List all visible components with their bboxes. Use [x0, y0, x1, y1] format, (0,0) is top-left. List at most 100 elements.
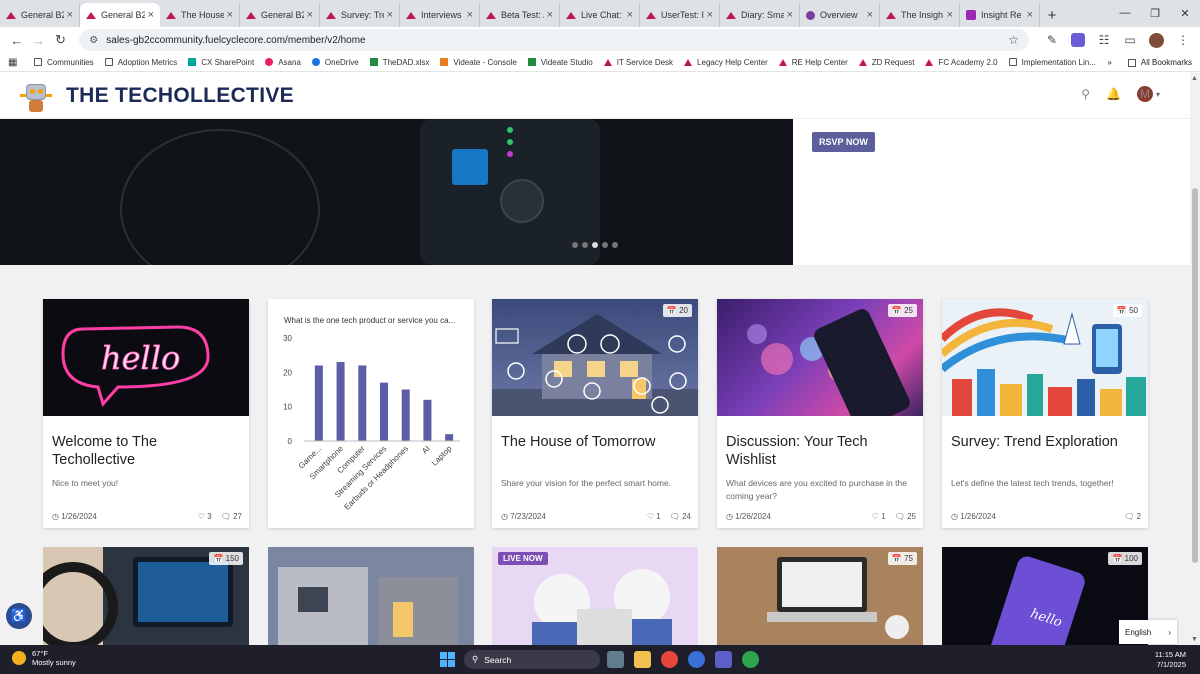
comment-count[interactable]: 🗨 2	[1124, 512, 1141, 521]
forward-icon[interactable]: →	[28, 33, 50, 48]
close-tab-icon[interactable]: ×	[227, 9, 233, 21]
chart-bar[interactable]	[358, 365, 367, 441]
slack-icon[interactable]	[742, 651, 759, 668]
card-row2-live[interactable]: LIVE NOW	[492, 547, 698, 647]
browser-tab[interactable]: Interviews ×	[400, 3, 480, 27]
bookmark-item[interactable]: Videate - Console	[440, 58, 517, 67]
carousel-dot[interactable]	[572, 242, 578, 248]
taskbar-search[interactable]: ⚲ Search	[464, 650, 600, 669]
close-tab-icon[interactable]: ×	[707, 9, 713, 21]
close-tab-icon[interactable]: ×	[67, 9, 73, 21]
bookmark-item[interactable]: CX SharePoint	[188, 58, 254, 67]
menu-kebab-icon[interactable]: ⋮	[1172, 33, 1194, 48]
card-house-of-tomorrow[interactable]: 📅 20 The House of Tomorrow Share your vi…	[492, 299, 698, 528]
sidebar-icon[interactable]: ▭	[1119, 33, 1141, 48]
close-tab-icon[interactable]: ×	[307, 9, 313, 21]
accessibility-icon[interactable]: ♿	[6, 603, 32, 629]
bookmark-item[interactable]: FC Academy 2.0	[925, 58, 998, 67]
card-welcome[interactable]: hello Welcome to The Techollective Nice …	[43, 299, 249, 528]
hero-carousel[interactable]	[0, 119, 793, 265]
carousel-dot[interactable]	[602, 242, 608, 248]
browser-tab[interactable]: The Insigh ×	[880, 3, 960, 27]
site-info-icon[interactable]: ⚙	[89, 35, 98, 46]
file-explorer-icon[interactable]	[634, 651, 651, 668]
browser-tab[interactable]: Live Chat: ×	[560, 3, 640, 27]
carousel-dot-active[interactable]	[592, 242, 598, 248]
user-menu[interactable]: M ▾	[1136, 86, 1160, 102]
scrollbar-thumb[interactable]	[1192, 188, 1198, 563]
card-title[interactable]: Welcome to The Techollective	[52, 433, 242, 469]
card-row2-house[interactable]	[268, 547, 474, 647]
card-title[interactable]: The House of Tomorrow	[501, 433, 691, 451]
close-tab-icon[interactable]: ×	[547, 9, 553, 21]
close-tab-icon[interactable]: ×	[867, 9, 873, 21]
page-scrollbar[interactable]: ▲ ▼	[1190, 73, 1200, 645]
bookmark-item[interactable]: RE Help Center	[778, 58, 848, 67]
comment-count[interactable]: 🗨 25	[895, 512, 916, 521]
bookmark-item[interactable]: Implementation Lin...	[1008, 58, 1096, 67]
close-tab-icon[interactable]: ×	[787, 9, 793, 21]
chart-bar[interactable]	[336, 362, 345, 441]
browser-tab[interactable]: General B2 ×	[0, 3, 80, 27]
scroll-up-icon[interactable]: ▲	[1191, 75, 1198, 82]
all-bookmarks[interactable]: » All Bookmarks	[1107, 53, 1192, 72]
minimize-icon[interactable]: —	[1110, 0, 1140, 26]
carousel-dot[interactable]	[612, 242, 618, 248]
profile-avatar[interactable]	[1149, 32, 1165, 48]
browser-tab[interactable]: Overview ×	[800, 3, 880, 27]
chart-bar[interactable]	[401, 389, 410, 442]
bookmark-item[interactable]: Adoption Metrics	[104, 58, 177, 67]
like-count[interactable]: ♡ 1	[647, 512, 661, 521]
card-row2-car[interactable]: 📅 150	[43, 547, 249, 647]
rsvp-button[interactable]: RSVP NOW	[812, 132, 875, 152]
bookmark-item[interactable]: Videate Studio	[527, 58, 593, 67]
language-selector[interactable]: English ›	[1119, 620, 1177, 644]
task-view-icon[interactable]	[607, 651, 624, 668]
card-trend-survey[interactable]: 📅 50 Survey: Trend Exploration Let's def…	[942, 299, 1148, 528]
close-tab-icon[interactable]: ×	[627, 9, 633, 21]
teams-icon[interactable]	[715, 651, 732, 668]
browser-tab[interactable]: Survey: Tre ×	[320, 3, 400, 27]
browser-tab[interactable]: The House ×	[160, 3, 240, 27]
maximize-icon[interactable]: ❐	[1140, 0, 1170, 26]
weather-widget[interactable]: 67°F Mostly sunny	[12, 649, 76, 667]
like-count[interactable]: ♡ 3	[198, 512, 212, 521]
bookmark-item[interactable]: IT Service Desk	[603, 58, 673, 67]
apps-grid-icon[interactable]: ▦	[8, 57, 22, 68]
techollective-logo-icon[interactable]	[20, 78, 52, 114]
bookmark-item[interactable]: ZD Request	[858, 58, 914, 67]
comment-count[interactable]: 🗨 27	[221, 512, 242, 521]
address-bar[interactable]: ⚙ sales-gb2ccommunity.fuelcyclecore.com/…	[79, 29, 1030, 51]
extension-icon[interactable]: ✎	[1041, 33, 1063, 48]
zoom-icon[interactable]	[688, 651, 705, 668]
browser-tab[interactable]: General B2 ×	[240, 3, 320, 27]
scroll-down-icon[interactable]: ▼	[1191, 636, 1198, 643]
card-title[interactable]: Discussion: Your Tech Wishlist	[726, 433, 916, 469]
close-window-icon[interactable]: ✕	[1170, 0, 1200, 26]
comment-count[interactable]: 🗨 24	[670, 512, 691, 521]
card-poll-chart[interactable]: What is the one tech product or service …	[268, 299, 474, 528]
system-clock[interactable]: 11:15 AM 7/1/2025	[1155, 650, 1186, 670]
close-tab-icon[interactable]: ×	[467, 9, 473, 21]
close-tab-icon[interactable]: ×	[387, 9, 393, 21]
windows-start-icon[interactable]	[440, 652, 455, 667]
brand-name[interactable]: THE TECHOLLECTIVE	[66, 84, 294, 108]
bookmark-star-icon[interactable]: ☆	[1008, 33, 1019, 47]
carousel-dot[interactable]	[582, 242, 588, 248]
search-icon[interactable]: ⚲	[1081, 87, 1090, 101]
back-icon[interactable]: ←	[6, 33, 28, 48]
new-tab-button[interactable]: +	[1040, 3, 1064, 27]
like-count[interactable]: ♡ 1	[872, 512, 886, 521]
chrome-icon[interactable]	[661, 651, 678, 668]
bell-icon[interactable]: 🔔	[1106, 87, 1121, 101]
extension-purple-icon[interactable]	[1071, 32, 1086, 47]
card-tech-wishlist[interactable]: 📅 25 Discussion: Your Tech Wishlist What…	[717, 299, 923, 528]
close-tab-icon[interactable]: ×	[947, 9, 953, 21]
browser-tab[interactable]: Insight Re ×	[960, 3, 1040, 27]
more-bookmarks-icon[interactable]: »	[1107, 58, 1111, 67]
bookmark-item[interactable]: Legacy Help Center	[684, 58, 768, 67]
card-title[interactable]: Survey: Trend Exploration	[951, 433, 1141, 451]
bookmark-item[interactable]: Communities	[34, 58, 94, 67]
extensions-puzzle-icon[interactable]: ☷	[1093, 33, 1115, 48]
chart-bar[interactable]	[423, 399, 432, 441]
